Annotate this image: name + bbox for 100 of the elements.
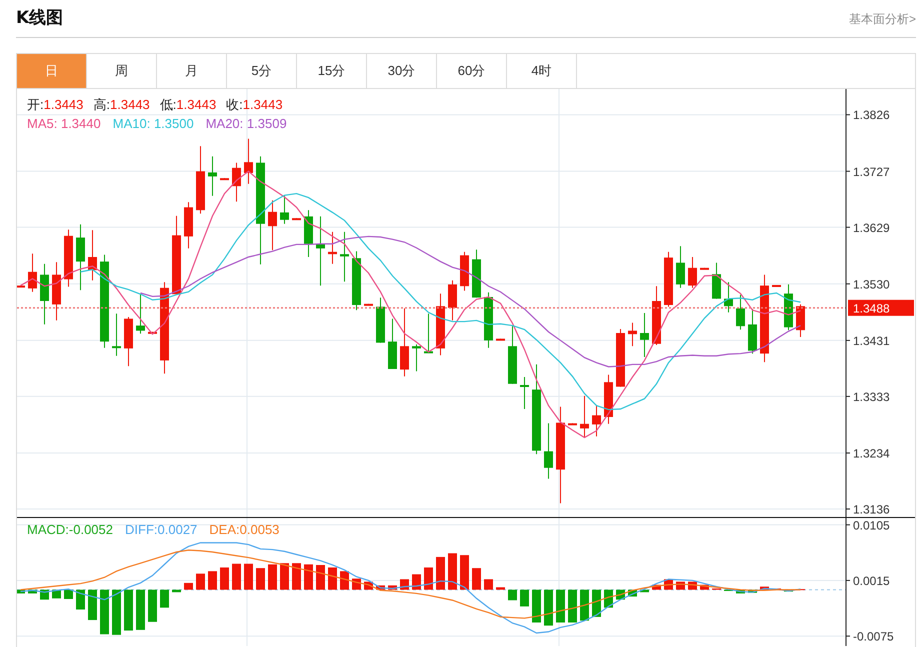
legend-value: 1.3443 [242, 96, 283, 114]
legend-value: 1.3443 [110, 96, 150, 114]
histogram-bar [232, 564, 241, 590]
histogram-bar [472, 568, 481, 590]
histogram-bar [592, 590, 601, 617]
candlestick [724, 282, 733, 313]
candlestick [676, 246, 685, 288]
candlestick [664, 251, 673, 308]
candlestick [736, 294, 745, 330]
histogram-bar [388, 585, 397, 590]
histogram-bar [520, 590, 529, 606]
candlestick [52, 262, 61, 321]
legend-label: 低: [160, 96, 176, 114]
histogram-bar [640, 590, 649, 592]
histogram-bar [544, 590, 553, 626]
candlestick [112, 313, 121, 356]
legend-value: MA10: 1.3500 [112, 115, 194, 133]
histogram-bar [28, 590, 37, 594]
axis-label: 1.3727 [853, 164, 890, 179]
histogram-bar [700, 584, 709, 590]
histogram-bar [436, 556, 445, 590]
candlestick [748, 308, 757, 354]
histogram-bar [17, 590, 25, 594]
candlestick [424, 313, 433, 354]
price-tag: 1.3488 [848, 300, 914, 316]
histogram-bar [448, 553, 457, 590]
candlestick [436, 293, 445, 356]
candlestick [244, 138, 253, 184]
ref-line-label: 1.3488 [853, 301, 890, 316]
histogram-bar [568, 590, 577, 622]
legend-label: 开: [27, 96, 44, 114]
candlestick [448, 280, 457, 321]
histogram-bar [256, 568, 265, 590]
histogram-bar [532, 590, 541, 622]
candlestick [76, 224, 85, 291]
analysis-link[interactable]: 基本面分析> [848, 10, 916, 28]
histogram-bar [136, 590, 145, 630]
candlestick [280, 194, 289, 224]
axis-label: 1.3333 [853, 390, 890, 404]
histogram-bar [376, 585, 385, 590]
histogram-bar [220, 567, 229, 590]
candlestick [148, 331, 157, 334]
axis-label: 0.0015 [853, 574, 890, 588]
legend-value: DIFF:0.0027 [125, 521, 198, 539]
axis-label: 1.3826 [853, 108, 890, 122]
candlestick [64, 229, 73, 288]
candlestick [232, 162, 241, 202]
axis-label: 1.3234 [853, 446, 890, 460]
histogram-bar [292, 563, 301, 590]
page-title: K线图 [16, 6, 64, 30]
candlestick [616, 328, 625, 388]
candlestick [772, 284, 781, 287]
candlestick [352, 250, 361, 311]
candlestick [628, 322, 637, 347]
candlestick [220, 178, 229, 180]
histogram-bar [508, 590, 517, 600]
axis-label: 1.3136 [853, 502, 890, 516]
candlestick [28, 253, 37, 292]
candlestick [592, 404, 601, 437]
candlestick [544, 422, 553, 480]
histogram-bar [328, 567, 337, 590]
histogram-bar [88, 590, 97, 620]
candlestick [316, 216, 325, 286]
histogram-bar [784, 590, 793, 592]
candlestick [292, 218, 301, 220]
histogram-bar [340, 571, 349, 590]
candlestick [472, 249, 481, 298]
histogram-bar [280, 563, 289, 590]
histogram-bar [460, 555, 469, 590]
histogram-bar [160, 590, 169, 608]
candlestick [40, 263, 49, 325]
histogram-bar [412, 574, 421, 590]
histogram-bar [184, 582, 193, 590]
histogram-bar [76, 590, 85, 610]
candlestick [136, 294, 145, 334]
histogram-bar [268, 564, 277, 590]
histogram-bar [580, 590, 589, 621]
candlestick [208, 156, 217, 196]
candlestick [784, 284, 793, 331]
histogram-bar [736, 590, 745, 594]
histogram-bar [652, 584, 661, 590]
histogram-bar [172, 590, 181, 592]
histogram-bar [244, 564, 253, 590]
candlestick [17, 285, 25, 288]
candlestick [388, 318, 397, 370]
candlestick [700, 267, 709, 270]
legend-value: 1.3443 [44, 96, 84, 114]
histogram-bar [316, 565, 325, 590]
candlestick [496, 338, 505, 341]
candlestick [460, 251, 469, 292]
candlestick [376, 297, 385, 344]
histogram-bar [112, 590, 121, 635]
candlestick [88, 230, 97, 281]
candlestick [400, 308, 409, 377]
histogram-bar [208, 571, 217, 590]
histogram-bar [124, 590, 133, 631]
histogram-bar [196, 574, 205, 590]
axis-label: 1.3530 [853, 277, 890, 292]
candlestick [328, 231, 337, 264]
candlestick [268, 200, 277, 251]
